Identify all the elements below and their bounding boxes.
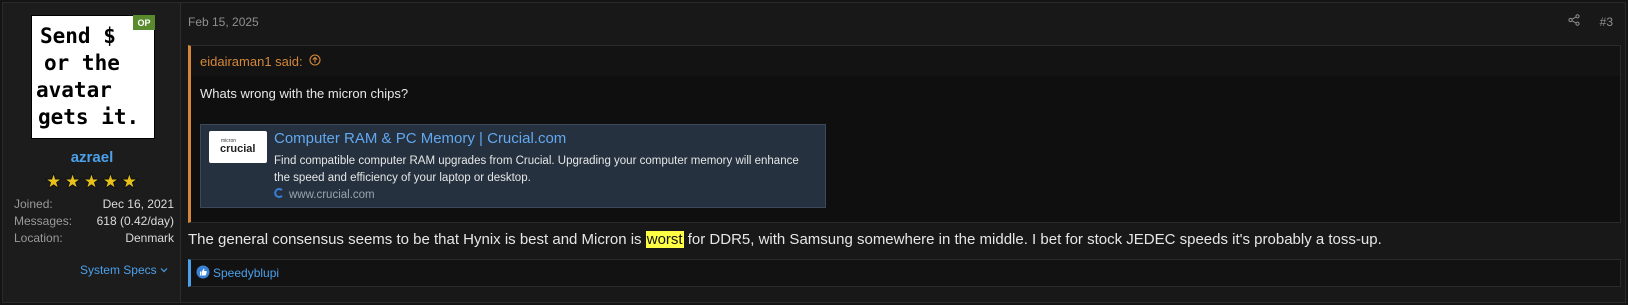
messages-label: Messages: bbox=[14, 214, 73, 228]
avatar-line-1: Send $ bbox=[40, 24, 116, 48]
avatar-line-4: gets it. bbox=[38, 105, 139, 129]
post-number[interactable]: #3 bbox=[1600, 15, 1613, 29]
link-preview-description: Find compatible computer RAM upgrades fr… bbox=[274, 155, 799, 184]
arrow-up-circle-icon[interactable] bbox=[309, 53, 321, 69]
post-date[interactable]: Feb 15, 2025 bbox=[188, 15, 259, 29]
reaction-user-link[interactable]: Speedyblupi bbox=[213, 266, 279, 280]
share-icon[interactable] bbox=[1568, 14, 1580, 29]
post-body: The general consensus seems to be that H… bbox=[188, 231, 1382, 248]
link-preview-domain: www.crucial.com bbox=[289, 188, 375, 201]
link-preview-domain-row: www.crucial.com bbox=[274, 188, 375, 201]
avatar-line-2: or the bbox=[44, 51, 120, 75]
crucial-logo: micron crucial bbox=[209, 131, 267, 163]
post-body-text-end: for DDR5, with Samsung somewhere in the … bbox=[683, 231, 1382, 248]
post-body-text-start: The general consensus seems to be that H… bbox=[188, 231, 646, 248]
post-main: Feb 15, 2025 #3 eidairaman1 said: Whats … bbox=[181, 3, 1625, 302]
link-preview-title[interactable]: Computer RAM & PC Memory | Crucial.com bbox=[274, 130, 566, 147]
star-icons: ★★★★★ bbox=[44, 171, 140, 194]
site-favicon-icon bbox=[274, 188, 284, 201]
post-meta-actions: #3 bbox=[1568, 14, 1613, 29]
quote-text: Whats wrong with the micron chips? bbox=[200, 86, 409, 101]
link-preview-card[interactable]: micron crucial Computer RAM & PC Memory … bbox=[200, 124, 826, 208]
quote-header[interactable]: eidairaman1 said: bbox=[191, 46, 1620, 76]
quote-block: eidairaman1 said: Whats wrong with the m… bbox=[188, 45, 1621, 223]
avatar-line-3: avatar bbox=[36, 78, 112, 102]
messages-value: 618 (0.42/day) bbox=[96, 214, 174, 228]
logo-brand-text: crucial bbox=[220, 143, 256, 155]
chevron-down-icon bbox=[160, 263, 168, 277]
username[interactable]: azrael bbox=[3, 149, 181, 166]
op-badge: OP bbox=[133, 15, 155, 30]
quote-author[interactable]: eidairaman1 said: bbox=[200, 54, 303, 69]
user-sidebar: Send $ or the avatar gets it. OP azrael … bbox=[3, 3, 181, 302]
like-reaction-icon[interactable] bbox=[196, 265, 210, 282]
system-specs-label: System Specs bbox=[79, 263, 157, 277]
location-value: Denmark bbox=[125, 231, 174, 245]
reactions-bar: Speedyblupi bbox=[188, 259, 1621, 287]
location-label: Location: bbox=[14, 231, 63, 245]
avatar-image: Send $ or the avatar gets it. bbox=[32, 16, 154, 138]
user-rating-stars: ★★★★★ bbox=[3, 169, 181, 194]
avatar[interactable]: Send $ or the avatar gets it. bbox=[31, 15, 155, 139]
joined-value: Dec 16, 2021 bbox=[102, 197, 174, 211]
joined-label: Joined: bbox=[14, 197, 53, 211]
highlighted-word: worst bbox=[645, 231, 684, 248]
forum-post: Send $ or the avatar gets it. OP azrael … bbox=[2, 2, 1626, 303]
system-specs-toggle[interactable]: System Specs bbox=[80, 263, 168, 277]
